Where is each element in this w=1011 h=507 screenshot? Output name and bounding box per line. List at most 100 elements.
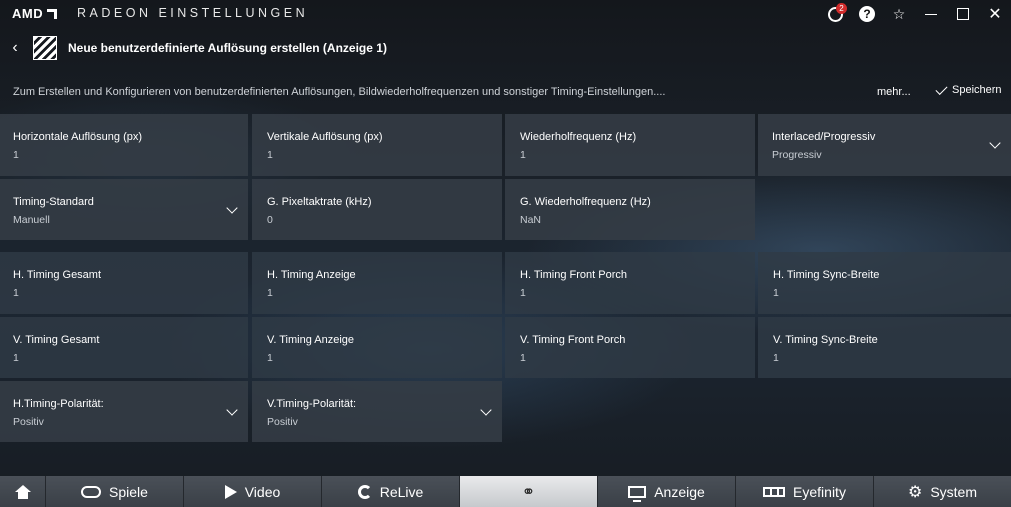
field-v-timing-sync-width[interactable]: V. Timing Sync-Breite 1 xyxy=(758,317,1011,378)
dropdown-timing-standard[interactable]: Timing-Standard Manuell xyxy=(0,179,248,240)
title-bar: AMD RADEON EINSTELLUNGEN 2 ? ☆ ✕ xyxy=(0,0,1011,28)
star-icon: ☆ xyxy=(892,5,906,22)
app-title: RADEON EINSTELLUNGEN xyxy=(77,6,309,20)
nav-eyefinity[interactable]: Eyefinity xyxy=(736,476,874,507)
save-label: Speichern xyxy=(952,84,1002,96)
help-button[interactable]: ? xyxy=(851,0,883,28)
field-value: Positiv xyxy=(267,416,298,428)
check-icon xyxy=(935,82,948,95)
field-h-timing-front-porch[interactable]: H. Timing Front Porch 1 xyxy=(505,252,755,314)
field-value: 1 xyxy=(520,352,526,364)
nav-label: System xyxy=(930,483,978,500)
title-bar-controls: 2 ? ☆ ✕ xyxy=(819,0,1011,28)
dropdown-v-timing-polarity[interactable]: V.Timing-Polarität: Positiv xyxy=(252,381,502,442)
dropdown-interlaced-progressive[interactable]: Interlaced/Progressiv Progressiv xyxy=(758,114,1011,176)
field-label: H. Timing Sync-Breite xyxy=(773,269,880,281)
field-label: H. Timing Gesamt xyxy=(13,269,102,281)
dropdown-h-timing-polarity[interactable]: H.Timing-Polarität: Positiv xyxy=(0,381,248,442)
field-value: 1 xyxy=(267,287,273,299)
page-description: Zum Erstellen und Konfigurieren von benu… xyxy=(13,86,666,98)
field-v-timing-total[interactable]: V. Timing Gesamt 1 xyxy=(0,317,248,378)
nav-home[interactable] xyxy=(0,476,46,507)
nav-label: Eyefinity xyxy=(793,483,846,500)
field-total-refresh-rate[interactable]: G. Wiederholfrequenz (Hz) NaN xyxy=(505,179,755,240)
notification-badge: 2 xyxy=(836,3,847,14)
field-v-timing-display[interactable]: V. Timing Anzeige 1 xyxy=(252,317,502,378)
field-value: 1 xyxy=(773,352,779,364)
field-label: V. Timing Front Porch xyxy=(520,334,626,346)
nav-relive[interactable]: ReLive xyxy=(322,476,460,507)
page-title: Neue benutzerdefinierte Auflösung erstel… xyxy=(68,41,387,55)
amd-logo-text: AMD xyxy=(12,6,44,21)
field-h-timing-sync-width[interactable]: H. Timing Sync-Breite 1 xyxy=(758,252,1011,314)
chevron-down-icon xyxy=(226,202,238,214)
field-pixel-clock[interactable]: G. Pixeltaktrate (kHz) 0 xyxy=(252,179,502,240)
chevron-left-icon: ‹ xyxy=(12,39,18,56)
field-vertical-resolution[interactable]: Vertikale Auflösung (px) 1 xyxy=(252,114,502,176)
minimize-button[interactable] xyxy=(915,0,947,28)
field-value: 1 xyxy=(267,149,273,161)
nav-label: Spiele xyxy=(109,483,148,500)
field-horizontal-resolution[interactable]: Horizontale Auflösung (px) 1 xyxy=(0,114,248,176)
gear-icon: ⚙ xyxy=(907,483,923,501)
field-label: H.Timing-Polarität: xyxy=(13,398,104,410)
gamepad-icon xyxy=(81,485,102,498)
field-value: 1 xyxy=(13,149,19,161)
connect-icon: ⚭ xyxy=(521,483,536,501)
eyefinity-icon xyxy=(763,486,786,497)
field-v-timing-front-porch[interactable]: V. Timing Front Porch 1 xyxy=(505,317,755,378)
field-label: G. Wiederholfrequenz (Hz) xyxy=(520,196,651,208)
field-label: Interlaced/Progressiv xyxy=(772,131,876,143)
field-value: 1 xyxy=(520,287,526,299)
nav-anzeige[interactable]: Anzeige xyxy=(598,476,736,507)
close-button[interactable]: ✕ xyxy=(979,0,1011,28)
chevron-down-icon xyxy=(989,137,1001,149)
field-h-timing-display[interactable]: H. Timing Anzeige 1 xyxy=(252,252,502,314)
field-label: Wiederholfrequenz (Hz) xyxy=(520,131,637,143)
nav-video[interactable]: Video xyxy=(184,476,322,507)
favorite-button[interactable]: ☆ xyxy=(883,0,915,28)
nav-spiele[interactable]: Spiele xyxy=(46,476,184,507)
nav-label: Anzeige xyxy=(654,483,705,500)
nav-label: ReLive xyxy=(379,483,424,500)
field-value: Manuell xyxy=(13,214,50,226)
notifications-button[interactable]: 2 xyxy=(819,0,851,28)
minimize-icon xyxy=(925,13,937,15)
field-label: V. Timing Gesamt xyxy=(13,334,100,346)
nav-label: Video xyxy=(244,483,281,500)
field-value: Progressiv xyxy=(772,149,822,161)
field-label: G. Pixeltaktrate (kHz) xyxy=(267,196,372,208)
chevron-down-icon xyxy=(480,404,492,416)
field-value: 0 xyxy=(267,214,273,226)
field-label: H. Timing Front Porch xyxy=(520,269,627,281)
close-icon: ✕ xyxy=(988,6,1002,23)
field-value: 1 xyxy=(13,352,19,364)
field-label: V. Timing Anzeige xyxy=(267,334,355,346)
custom-resolution-icon xyxy=(33,36,57,60)
field-value: Positiv xyxy=(13,416,44,428)
help-icon: ? xyxy=(859,6,875,22)
field-value: 1 xyxy=(773,287,779,299)
amd-logo: AMD xyxy=(12,6,58,21)
monitor-icon xyxy=(628,485,647,502)
maximize-icon xyxy=(957,8,969,20)
bottom-nav: Spiele Video ReLive ⚭ Anzeige Eyefinity … xyxy=(0,476,1011,507)
nav-system[interactable]: ⚙ System xyxy=(874,476,1011,507)
save-button[interactable]: Speichern xyxy=(935,82,1002,96)
field-value: NaN xyxy=(520,214,542,226)
field-label: Vertikale Auflösung (px) xyxy=(267,131,383,143)
amd-arrow-icon xyxy=(47,8,58,19)
more-link[interactable]: mehr... xyxy=(877,86,911,98)
play-icon xyxy=(224,484,237,499)
home-icon xyxy=(14,484,32,499)
nav-connect[interactable]: ⚭ xyxy=(460,476,598,507)
field-label: V.Timing-Polarität: xyxy=(267,398,357,410)
back-button[interactable]: ‹ xyxy=(6,38,24,58)
field-refresh-rate[interactable]: Wiederholfrequenz (Hz) 1 xyxy=(505,114,755,176)
chevron-down-icon xyxy=(226,404,238,416)
field-h-timing-total[interactable]: H. Timing Gesamt 1 xyxy=(0,252,248,314)
field-label: V. Timing Sync-Breite xyxy=(773,334,878,346)
field-label: H. Timing Anzeige xyxy=(267,269,356,281)
maximize-button[interactable] xyxy=(947,0,979,28)
field-label: Timing-Standard xyxy=(13,196,94,208)
